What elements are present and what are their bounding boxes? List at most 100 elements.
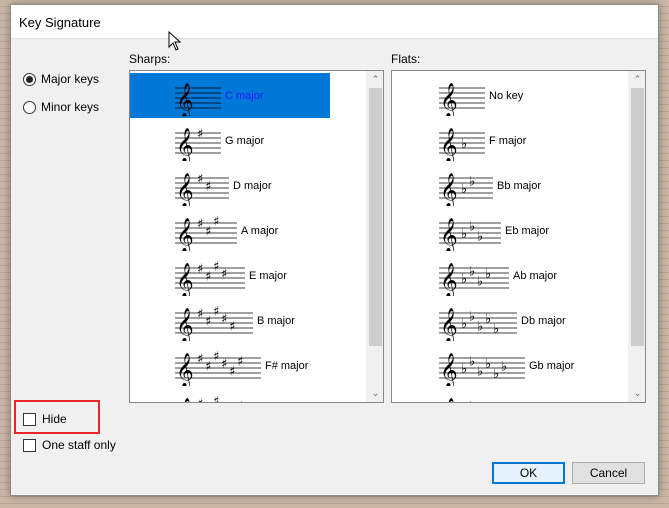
sharps-list-item[interactable]: 𝄞 ♯ ♯ D major — [175, 163, 272, 208]
sharps-list-item[interactable]: 𝄞 ♯ ♯ ♯ A major — [175, 208, 278, 253]
svg-text:𝄞: 𝄞 — [440, 308, 458, 341]
svg-text:♭: ♭ — [485, 267, 491, 282]
svg-text:♭: ♭ — [461, 362, 467, 377]
sharps-list-item[interactable]: 𝄞 C major — [130, 73, 330, 118]
flats-list-item[interactable]: 𝄞 No key — [439, 73, 523, 118]
svg-text:𝄞: 𝄞 — [176, 308, 194, 341]
svg-text:♯: ♯ — [213, 304, 219, 319]
scroll-up-arrow-icon[interactable]: ⌃ — [367, 71, 383, 88]
sharps-list-item[interactable]: 𝄞 ♯ ♯ ♯ ♯ ♯ B major — [175, 298, 295, 343]
key-label: B major — [257, 314, 295, 327]
sharps-list-item[interactable]: 𝄞 ♯ ♯ ♯ ♯ E major — [175, 253, 287, 298]
minor-keys-radio[interactable]: Minor keys — [23, 98, 99, 116]
svg-text:♯: ♯ — [205, 314, 211, 329]
svg-text:𝄞: 𝄞 — [440, 353, 458, 386]
svg-text:♯: ♯ — [221, 357, 227, 372]
svg-text:𝄞: 𝄞 — [176, 263, 194, 296]
flats-list[interactable]: 𝄞 No key 𝄞 ♭ F major 𝄞 ♭ ♭ Bb major 𝄞 ♭ ♭ ♭ Eb major 𝄞… — [391, 70, 646, 403]
major-keys-radio[interactable]: Major keys — [23, 70, 99, 88]
key-signature-staff-icon: 𝄞 ♭ ♭♭ — [439, 218, 501, 251]
hide-checkbox[interactable]: Hide — [23, 410, 67, 428]
sharps-list-item[interactable]: 𝄞♯♯♯♯♯♯♯ — [175, 388, 273, 403]
key-label: A major — [241, 224, 279, 237]
svg-text:𝄞: 𝄞 — [440, 398, 458, 404]
one-staff-only-label: One staff only — [42, 438, 116, 452]
svg-text:♯: ♯ — [197, 262, 203, 277]
svg-text:♯: ♯ — [197, 127, 203, 142]
flats-scrollbar[interactable]: ⌃ ⌄ — [628, 71, 645, 402]
svg-text:𝄞: 𝄞 — [176, 128, 194, 161]
dialog-title: Key Signature — [19, 15, 101, 30]
flats-list-item[interactable]: 𝄞 ♭ ♭ ♭ ♭ Ab major — [439, 253, 557, 298]
svg-text:♯: ♯ — [213, 349, 219, 364]
minor-keys-label: Minor keys — [41, 100, 100, 114]
checkbox-box — [23, 438, 36, 452]
svg-text:𝄞: 𝄞 — [176, 83, 194, 116]
svg-text:♭: ♭ — [477, 364, 483, 379]
svg-text:𝄞: 𝄞 — [176, 173, 194, 206]
svg-text:♭: ♭ — [469, 354, 475, 369]
svg-text:♯: ♯ — [197, 172, 203, 187]
svg-text:♯: ♯ — [229, 364, 235, 379]
svg-text:𝄞: 𝄞 — [440, 263, 458, 296]
key-signature-staff-icon: 𝄞 — [439, 83, 485, 116]
svg-text:♭: ♭ — [477, 229, 483, 244]
flats-list-item[interactable]: 𝄞 ♭ ♭ Bb major — [439, 163, 541, 208]
one-staff-only-checkbox[interactable]: One staff only — [23, 436, 116, 454]
key-signature-staff-icon: 𝄞 ♭ ♭♭ ♭♭ — [439, 308, 517, 341]
key-label: G major — [225, 134, 265, 147]
cancel-button[interactable]: Cancel — [572, 462, 645, 484]
key-label: No key — [489, 89, 524, 102]
svg-text:♭: ♭ — [485, 402, 491, 404]
key-signature-staff-icon: 𝄞 — [175, 83, 221, 116]
svg-text:♭: ♭ — [461, 137, 467, 152]
flats-list-item[interactable]: 𝄞 ♭ ♭ ♭ ♭ ♭ ♭ Gb major — [439, 343, 574, 388]
scroll-thumb[interactable] — [631, 88, 644, 346]
svg-text:♭: ♭ — [485, 312, 491, 327]
svg-text:♯: ♯ — [197, 352, 203, 367]
svg-text:♭: ♭ — [477, 319, 483, 334]
svg-text:♭: ♭ — [469, 264, 475, 279]
svg-text:♯: ♯ — [237, 354, 243, 369]
svg-text:♯: ♯ — [221, 267, 227, 282]
hide-label: Hide — [42, 412, 67, 426]
sharps-scrollbar[interactable]: ⌃ ⌄ — [366, 71, 383, 402]
flats-list-item[interactable]: 𝄞♭♭♭♭♭♭♭ — [439, 388, 537, 403]
title-bar[interactable]: Key Signature — [11, 5, 658, 39]
svg-text:𝄞: 𝄞 — [440, 173, 458, 206]
flats-list-item[interactable]: 𝄞 ♭ ♭ ♭ ♭ ♭ Db major — [439, 298, 566, 343]
scroll-down-arrow-icon[interactable]: ⌄ — [629, 385, 645, 402]
svg-text:♭: ♭ — [469, 219, 475, 234]
key-label: Eb major — [505, 224, 550, 237]
radio-indicator — [23, 72, 36, 86]
major-keys-label: Major keys — [41, 72, 100, 86]
svg-text:♭: ♭ — [477, 274, 483, 289]
scroll-up-arrow-icon[interactable]: ⌃ — [629, 71, 645, 88]
svg-text:𝄞: 𝄞 — [176, 218, 194, 251]
svg-text:♭: ♭ — [501, 359, 507, 374]
svg-text:♯: ♯ — [197, 307, 203, 322]
svg-text:♯: ♯ — [213, 394, 219, 403]
key-signature-staff-icon: 𝄞 ♭ ♭ — [439, 173, 493, 206]
svg-text:♯: ♯ — [205, 359, 211, 374]
key-signature-staff-icon: 𝄞 ♯ ♯♯ ♯ — [175, 259, 245, 296]
key-label: Db major — [521, 314, 566, 327]
sharps-list[interactable]: 𝄞 C major 𝄞 ♯ G major 𝄞 ♯ ♯ D major 𝄞 ♯ ♯ ♯ A major 𝄞 ♯… — [129, 70, 384, 403]
key-label: D major — [233, 179, 272, 192]
sharps-list-item[interactable]: 𝄞 ♯ G major — [175, 118, 264, 163]
scroll-down-arrow-icon[interactable]: ⌄ — [367, 385, 383, 402]
svg-text:♯: ♯ — [205, 224, 211, 239]
key-signature-staff-icon: 𝄞♯♯♯♯♯♯♯ — [176, 394, 243, 403]
svg-text:♯: ♯ — [229, 319, 235, 334]
radio-indicator — [23, 100, 36, 114]
scroll-thumb[interactable] — [369, 88, 382, 346]
mouse-cursor-icon — [168, 31, 182, 51]
flats-list-item[interactable]: 𝄞 ♭ F major — [439, 118, 526, 163]
svg-text:♯: ♯ — [205, 269, 211, 284]
svg-text:♭: ♭ — [461, 227, 467, 242]
svg-text:♭: ♭ — [461, 272, 467, 287]
flats-list-item[interactable]: 𝄞 ♭ ♭ ♭ Eb major — [439, 208, 549, 253]
sharps-list-item[interactable]: 𝄞 ♯ ♯ ♯ ♯ ♯ ♯ F# major — [175, 343, 308, 388]
svg-text:♭: ♭ — [493, 367, 499, 382]
ok-button[interactable]: OK — [492, 462, 565, 484]
